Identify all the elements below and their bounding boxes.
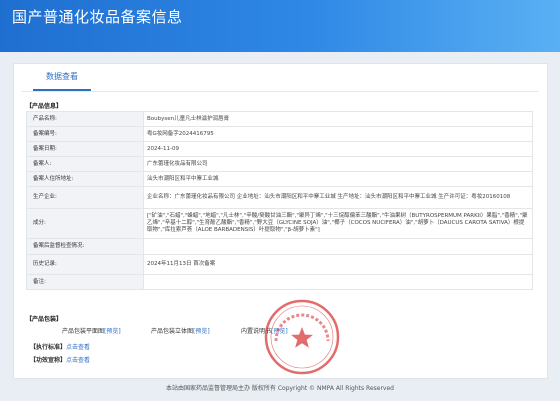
table-row: 备案人住所地址: 汕头市潮阳区和平中寨工业城 — [26, 171, 533, 187]
row-label: 成分: — [26, 208, 144, 239]
row-label: 备案日期: — [26, 141, 144, 157]
row-label: 历史记录: — [26, 254, 144, 275]
table-row: 备案后监督检查情况: — [26, 238, 533, 255]
filer-address-value: 汕头市潮阳区和平中寨工业城 — [143, 171, 533, 187]
packaging-flat-item: 产品包装平面图[预览] — [62, 326, 121, 335]
row-label: 生产企业: — [26, 186, 144, 209]
row-label: 备案编号: — [26, 126, 144, 142]
filing-date-value: 2024-11-09 — [143, 141, 533, 157]
table-row: 备案编号: 粤G妆网备字2024416795 — [26, 126, 533, 142]
site-title: 国产普通化妆品备案信息 — [12, 8, 183, 26]
row-label: 备案人: — [26, 156, 144, 172]
efficacy-label: 【功效宣称】 — [30, 357, 67, 364]
packaging-heading: 【产品包装】 — [26, 316, 63, 323]
company-seal — [264, 299, 340, 375]
site-header: 国产普通化妆品备案信息 — [0, 0, 560, 52]
row-label: 产品名称: — [26, 111, 144, 127]
inspection-value — [143, 238, 533, 255]
packaging-solid-preview-link[interactable]: [预览] — [193, 328, 210, 335]
remarks-value — [143, 274, 533, 290]
efficacy-row: 【功效宣称】点击查看 — [30, 355, 90, 364]
packaging-flat-label: 产品包装平面图 — [62, 328, 105, 335]
table-row: 产品名称: Boubysen儿童凡士林滋护润唇膏 — [26, 111, 533, 127]
packaging-solid-label: 产品包装立体图 — [151, 328, 194, 335]
standard-row: 【执行标准】点击查看 — [30, 342, 90, 351]
filer-value: 广东蕾瑾化妆品有限公司 — [143, 156, 533, 172]
filing-number-value: 粤G妆网备字2024416795 — [143, 126, 533, 142]
site-footer: 本站由国家药品监督管理局主办 版权所有 Copyright © NMPA All… — [166, 385, 394, 392]
packaging-solid-item: 产品包装立体图[预览] — [151, 326, 210, 335]
tab-data-view[interactable]: 数据查看 — [46, 71, 78, 82]
ingredients-value: ["矿油","石蜡","蜂蜡","地蜡","凡士林","辛酸/癸酸甘油三酯","… — [143, 208, 533, 239]
table-row: 生产企业: 企业名称：广东蕾瑾化妆品有限公司 企业地址：汕头市潮阳区和平中寨工业… — [26, 186, 533, 209]
manufacturer-value: 企业名称：广东蕾瑾化妆品有限公司 企业地址：汕头市潮阳区和平中寨工业城 生产地址… — [143, 186, 533, 209]
efficacy-view-link[interactable]: 点击查看 — [66, 357, 90, 364]
table-row: 备注: — [26, 274, 533, 290]
row-label: 备案后监督检查情况: — [26, 238, 144, 255]
packaging-flat-preview-link[interactable]: [预览] — [104, 328, 121, 335]
table-row: 历史记录: 2024年11月13日 首次备案 — [26, 254, 533, 275]
table-row: 备案人: 广东蕾瑾化妆品有限公司 — [26, 156, 533, 172]
row-label: 备注: — [26, 274, 144, 290]
product-info-table: 产品名称: Boubysen儿童凡士林滋护润唇膏 备案编号: 粤G妆网备字202… — [26, 111, 533, 290]
product-name-value: Boubysen儿童凡士林滋护润唇膏 — [143, 111, 533, 127]
product-info-heading: 【产品信息】 — [26, 103, 63, 110]
standard-view-link[interactable]: 点击查看 — [66, 344, 90, 351]
table-row: 成分: ["矿油","石蜡","蜂蜡","地蜡","凡士林","辛酸/癸酸甘油三… — [26, 208, 533, 239]
standard-label: 【执行标准】 — [30, 344, 67, 351]
tab-divider — [22, 91, 538, 92]
table-row: 备案日期: 2024-11-09 — [26, 141, 533, 157]
history-value: 2024年11月13日 首次备案 — [143, 254, 533, 275]
row-label: 备案人住所地址: — [26, 171, 144, 187]
